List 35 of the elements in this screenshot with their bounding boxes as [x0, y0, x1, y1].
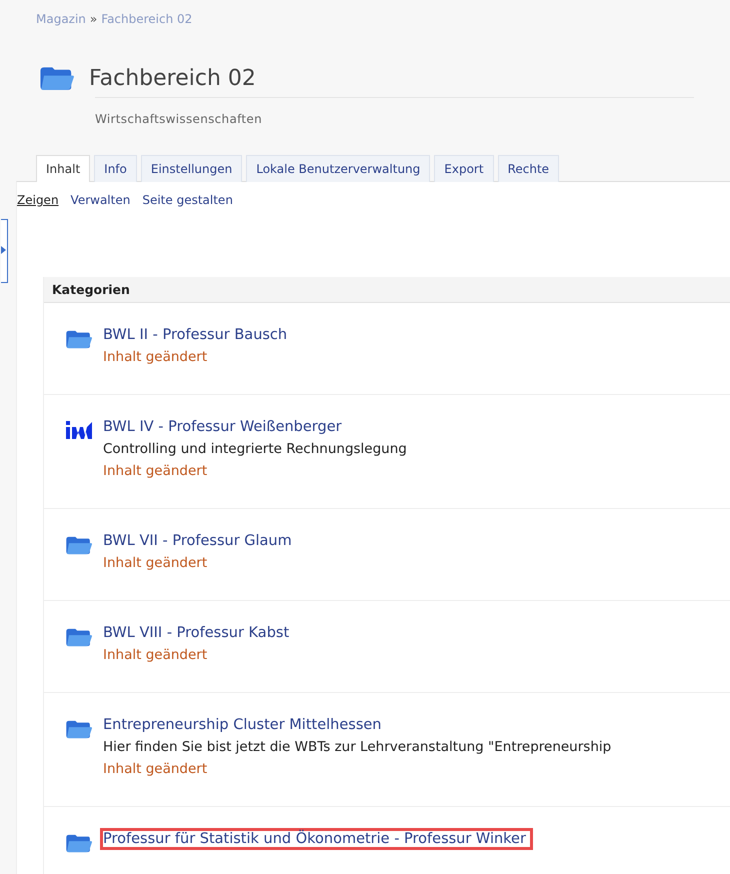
view-link[interactable]: Verwalten [70, 193, 130, 207]
category-link[interactable]: BWL VII - Professur Glaum [100, 530, 299, 552]
folder-icon [65, 627, 93, 647]
view-link[interactable]: Zeigen [17, 193, 59, 207]
category-description: Hier finden Sie bist jetzt die WBTs zur Lehrveranstaltung "Entrepreneurship [103, 739, 612, 755]
category-link[interactable]: BWL IV - Professur Weißenberger [100, 416, 349, 438]
folder-icon [65, 535, 93, 555]
tab[interactable]: Einstellungen [140, 155, 242, 182]
status-text: Inhalt geändert [103, 761, 208, 777]
view-link[interactable]: Seite gestalten [142, 193, 233, 207]
breadcrumb-separator: » [90, 12, 98, 26]
caret-icon [1, 246, 6, 254]
status-text: Inhalt geändert [103, 555, 208, 571]
page-subtitle: Wirtschaftswissenschaften [95, 112, 264, 126]
category-link[interactable]: Professur für Statistik und Ökonometrie - Professur Winker [100, 828, 533, 850]
folder-icon [65, 833, 93, 853]
tab[interactable]: Rechte [498, 155, 560, 182]
folder-icon [65, 719, 93, 739]
category-link[interactable]: Entrepreneurship Cluster Mittelhessen [100, 714, 388, 736]
logo-icon [65, 421, 93, 439]
category-description: Controlling und integrierte Rechnungslegung [103, 441, 407, 457]
category-link[interactable]: BWL VIII - Professur Kabst [100, 622, 296, 644]
tab[interactable]: Export [434, 155, 494, 182]
folder-icon [39, 65, 75, 91]
status-text: Inhalt geändert [103, 463, 208, 479]
category-link[interactable]: BWL II - Professur Bausch [100, 324, 294, 346]
tab[interactable]: Inhalt [36, 155, 90, 182]
tab[interactable]: Lokale Benutzerverwaltung [246, 155, 430, 182]
status-text: Inhalt geändert [103, 349, 208, 365]
folder-icon [65, 329, 93, 349]
sidebar-toggle[interactable] [1, 219, 8, 283]
tab[interactable]: Info [94, 155, 137, 182]
section-header: Kategorien [44, 277, 730, 303]
page-title: Fachbereich 02 [89, 66, 256, 90]
status-text: Inhalt geändert [103, 647, 208, 663]
